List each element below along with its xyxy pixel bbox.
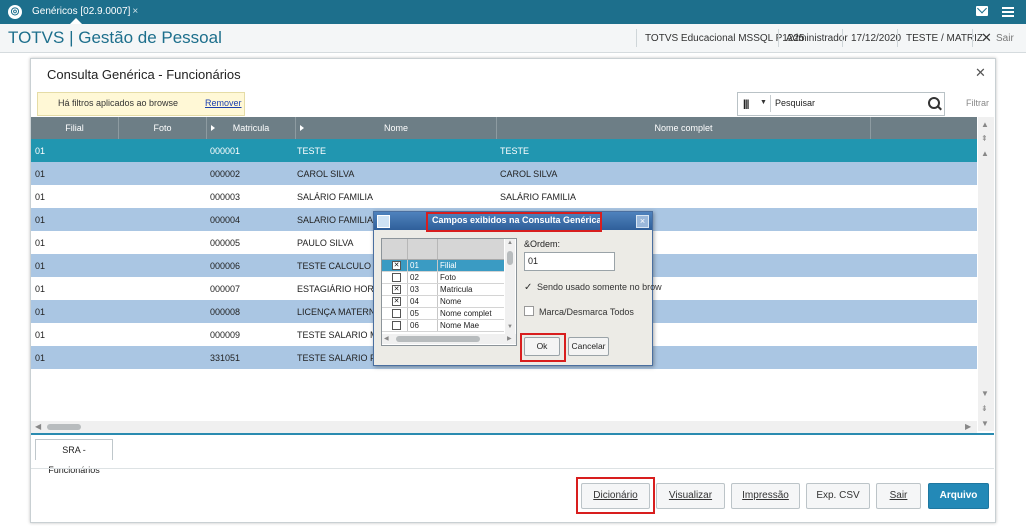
horizontal-scrollbar[interactable]: ◀ ▶ bbox=[382, 334, 516, 344]
checkbox[interactable] bbox=[392, 273, 401, 282]
ok-highlight bbox=[520, 333, 566, 362]
close-icon[interactable]: × bbox=[636, 215, 649, 228]
tab-sra-funcionarios[interactable]: SRA - Funcionários bbox=[35, 439, 113, 475]
filter-notice: Há filtros aplicados ao browse Remover bbox=[37, 92, 245, 116]
sort-arrow-icon bbox=[300, 125, 304, 131]
fields-list-header bbox=[382, 239, 504, 260]
scroll-down-icon[interactable]: ▼ bbox=[981, 389, 989, 398]
columns-icon[interactable]: ||| bbox=[743, 99, 749, 110]
search-divider bbox=[770, 95, 771, 112]
column-header-filial[interactable]: Filial bbox=[31, 117, 119, 139]
vertical-scrollbar[interactable]: ▲ ⇞ ▲ ▼ ⇟ ▼ bbox=[978, 117, 994, 431]
checkbox[interactable]: ✕ bbox=[392, 285, 401, 294]
scroll-top-icon[interactable]: ▲ bbox=[981, 120, 989, 129]
order-input[interactable]: 01 bbox=[524, 252, 615, 271]
tab-divider bbox=[31, 433, 994, 435]
exp-csv-button[interactable]: Exp. CSV bbox=[806, 483, 870, 509]
tab-label: Genéricos [02.9.0007] bbox=[32, 6, 131, 17]
cancel-button[interactable]: Cancelar bbox=[568, 337, 609, 356]
scroll-left-icon[interactable]: ◀ bbox=[35, 422, 41, 431]
scroll-page-up-icon[interactable]: ⇞ bbox=[981, 134, 988, 143]
sair-button[interactable]: Sair bbox=[876, 483, 921, 509]
checkbox[interactable] bbox=[392, 309, 401, 318]
scroll-right-icon[interactable]: ▶ bbox=[507, 335, 512, 342]
scroll-page-down-icon[interactable]: ⇟ bbox=[981, 404, 988, 413]
checkbox[interactable] bbox=[392, 321, 401, 330]
app-header: TOTVS | Gestão de Pessoal TOTVS Educacio… bbox=[0, 24, 1026, 53]
header-divider bbox=[636, 29, 637, 47]
scroll-bottom-icon[interactable]: ▼ bbox=[981, 419, 989, 428]
footer-divider bbox=[31, 468, 994, 469]
dicionario-highlight bbox=[576, 477, 655, 514]
scrollbar-thumb[interactable] bbox=[396, 336, 480, 342]
table-row[interactable]: 01 000001 TESTE TESTE bbox=[31, 139, 977, 162]
window-icon bbox=[377, 215, 390, 228]
search-box: ||| ▼ Pesquisar bbox=[737, 92, 945, 116]
scroll-up-icon[interactable]: ▲ bbox=[507, 240, 513, 246]
column-header-nome[interactable]: Nome bbox=[296, 117, 497, 139]
arquivo-button[interactable]: Arquivo bbox=[928, 483, 989, 509]
scroll-left-icon[interactable]: ◀ bbox=[384, 335, 389, 342]
impressao-button[interactable]: Impressão bbox=[731, 483, 800, 509]
scroll-right-icon[interactable]: ▶ bbox=[965, 422, 971, 431]
table-row[interactable]: 01 000002 CAROL SILVA CAROL SILVA bbox=[31, 162, 977, 185]
remove-filter-link[interactable]: Remover bbox=[205, 98, 242, 108]
chevron-down-icon[interactable]: ▼ bbox=[760, 99, 767, 106]
list-item[interactable]: ✕ 03 Matricula bbox=[382, 284, 504, 296]
order-label: &Ordem: bbox=[524, 239, 561, 249]
user-info: Administrador bbox=[786, 33, 848, 44]
column-header-matricula[interactable]: Matricula bbox=[207, 117, 296, 139]
search-input[interactable]: Pesquisar bbox=[775, 98, 815, 108]
table-header: Filial Foto Matricula Nome Nome complet bbox=[31, 117, 977, 139]
tab-close-icon[interactable]: × bbox=[132, 6, 138, 17]
scrollbar-thumb[interactable] bbox=[47, 424, 81, 430]
horizontal-scrollbar[interactable]: ◀ ▶ bbox=[31, 421, 977, 433]
scroll-down-icon[interactable]: ▼ bbox=[507, 324, 513, 330]
list-item[interactable]: 02 Foto bbox=[382, 272, 504, 284]
dialog-title-highlight bbox=[426, 212, 602, 232]
mail-icon[interactable] bbox=[976, 6, 988, 16]
checkbox[interactable]: ✕ bbox=[392, 297, 401, 306]
close-icon[interactable]: ✕ bbox=[975, 65, 986, 81]
dialog-titlebar: Campos exibidos na Consulta Genérica × bbox=[374, 212, 652, 232]
only-browse-checkbox[interactable]: ✓ Sendo usado somente no brow bbox=[524, 282, 662, 293]
header-divider bbox=[842, 29, 843, 47]
filter-notice-text: Há filtros aplicados ao browse bbox=[58, 98, 179, 108]
campos-dialog: Campos exibidos na Consulta Genérica × ✕… bbox=[373, 211, 662, 366]
toggle-all-checkbox[interactable]: Marca/Desmarca Todos bbox=[524, 306, 634, 317]
checkbox[interactable]: ✕ bbox=[392, 261, 401, 270]
top-bar: ◎ Genéricos [02.9.0007] × bbox=[0, 0, 1026, 24]
list-item[interactable]: ✕ 04 Nome bbox=[382, 296, 504, 308]
scroll-up-icon[interactable]: ▲ bbox=[981, 149, 989, 158]
window-title: Consulta Genérica - Funcionários bbox=[47, 67, 241, 82]
checkmark-icon: ✓ bbox=[524, 282, 533, 293]
filter-button[interactable]: Filtrar bbox=[966, 98, 989, 108]
totvs-logo-icon: ◎ bbox=[8, 5, 22, 19]
table-row[interactable]: 01 000003 SALÁRIO FAMILIA SALÁRIO FAMILI… bbox=[31, 185, 977, 208]
column-header-foto[interactable]: Foto bbox=[119, 117, 207, 139]
menu-icon[interactable] bbox=[1002, 7, 1014, 19]
header-divider bbox=[972, 29, 973, 47]
exit-icon[interactable]: ✕ bbox=[981, 30, 992, 46]
header-divider bbox=[778, 29, 779, 47]
sort-arrow-icon bbox=[211, 125, 215, 131]
column-header-nome-completo[interactable]: Nome complet bbox=[497, 117, 871, 139]
date-info: 17/12/2020 bbox=[851, 33, 902, 44]
list-item[interactable]: 06 Nome Mae bbox=[382, 320, 504, 332]
header-divider bbox=[897, 29, 898, 47]
list-item[interactable]: 05 Nome complet bbox=[382, 308, 504, 320]
fields-list: ✕ 01 Filial 02 Foto ✕ 03 Matricula ✕ 04 Nome 05… bbox=[381, 238, 517, 346]
environment-info: TOTVS Educacional MSSQL P1225 bbox=[645, 33, 805, 44]
app-title: TOTVS | Gestão de Pessoal bbox=[8, 28, 222, 47]
tab-genericos[interactable]: Genéricos [02.9.0007] × bbox=[28, 2, 142, 22]
vertical-scrollbar[interactable]: ▲ ▼ bbox=[505, 239, 515, 334]
visualizar-button[interactable]: Visualizar bbox=[656, 483, 725, 509]
search-icon[interactable] bbox=[928, 97, 940, 109]
exit-label[interactable]: Sair bbox=[996, 33, 1014, 44]
list-item[interactable]: ✕ 01 Filial bbox=[382, 260, 504, 272]
scrollbar-thumb[interactable] bbox=[507, 251, 513, 265]
